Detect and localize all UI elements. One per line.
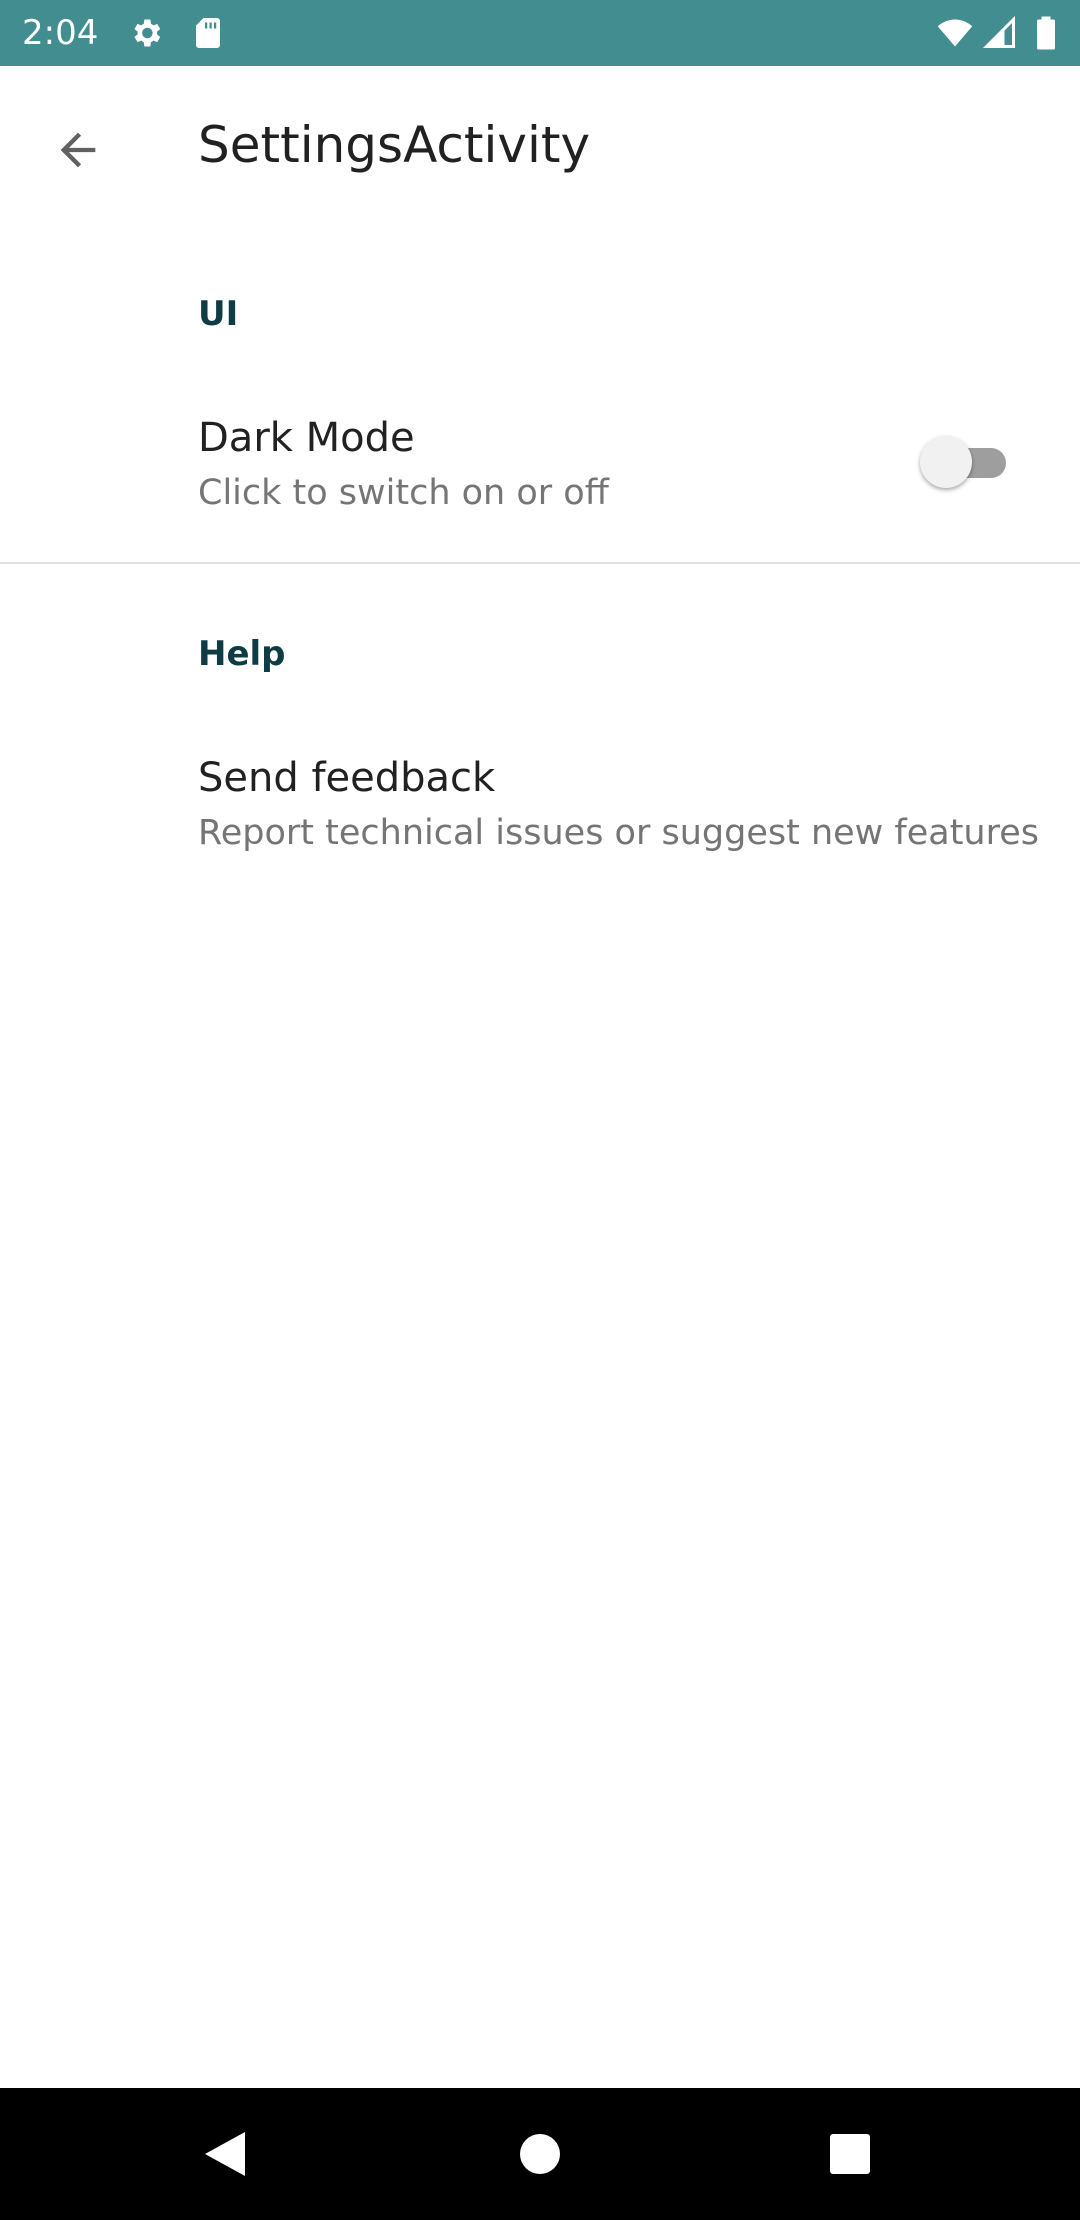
nav-back-button[interactable] [186,2114,266,2194]
send-feedback-title: Send feedback [198,755,496,801]
dark-mode-title: Dark Mode [198,415,415,461]
status-time: 2:04 [22,13,99,53]
switch-thumb [920,436,972,488]
sd-card-icon [190,15,226,51]
status-bar: 2:04 [0,0,1080,66]
send-feedback-preference[interactable]: Send feedback Report technical issues or… [0,720,1080,890]
section-divider [0,562,1080,564]
signal-icon [982,15,1018,51]
battery-icon [1032,15,1060,51]
gear-icon [128,15,164,51]
back-button[interactable] [36,108,120,192]
arrow-back-icon [52,124,104,176]
settings-screen: 2:04 SettingsActivity UI Dark Mode Click… [0,0,1080,2220]
recents-square-icon [829,2133,871,2175]
home-circle-icon [519,2133,561,2175]
navigation-bar [0,2088,1080,2220]
back-triangle-icon [203,2130,249,2178]
nav-recents-button[interactable] [810,2114,890,2194]
section-header-ui: UI [198,294,239,334]
wifi-icon [934,15,976,51]
send-feedback-summary: Report technical issues or suggest new f… [198,813,1040,853]
app-bar: SettingsActivity [0,66,1080,222]
dark-mode-summary: Click to switch on or off [198,473,609,513]
dark-mode-preference[interactable]: Dark Mode Click to switch on or off [0,380,1080,560]
nav-home-button[interactable] [500,2114,580,2194]
dark-mode-switch[interactable] [920,436,1006,488]
page-title: SettingsActivity [198,116,591,174]
section-header-help: Help [198,634,286,674]
